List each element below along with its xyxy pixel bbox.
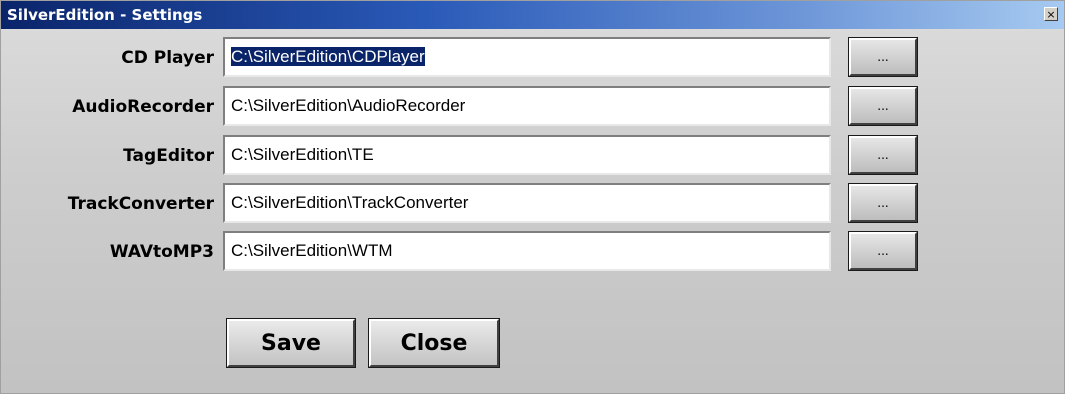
window-title: SilverEdition - Settings — [7, 6, 203, 24]
audiorecorder-browse-button[interactable]: ... — [848, 86, 918, 126]
wavtomp3-browse-button[interactable]: ... — [848, 231, 918, 271]
audiorecorder-label: AudioRecorder — [72, 97, 214, 117]
tageditor-path-value: C:\SilverEdition\TE — [231, 145, 374, 164]
settings-row-trackconverter: TrackConverter C:\SilverEdition\TrackCon… — [1, 183, 1064, 223]
trackconverter-path-value: C:\SilverEdition\TrackConverter — [231, 193, 469, 212]
cd-player-label: CD Player — [121, 48, 214, 68]
tageditor-label: TagEditor — [123, 146, 214, 166]
settings-row-audiorecorder: AudioRecorder C:\SilverEdition\AudioReco… — [1, 86, 1064, 126]
close-glyph: × — [1046, 7, 1056, 21]
browse-label: ... — [877, 99, 889, 113]
trackconverter-path-input[interactable]: C:\SilverEdition\TrackConverter — [223, 183, 831, 223]
settings-row-wavtomp3: WAVtoMP3 C:\SilverEdition\WTM ... — [1, 231, 1064, 271]
browse-label: ... — [877, 50, 889, 64]
cd-player-path-input[interactable]: C:\SilverEdition\CDPlayer — [223, 37, 831, 77]
settings-row-cd-player: CD Player C:\SilverEdition\CDPlayer ... — [1, 37, 1064, 77]
tageditor-path-input[interactable]: C:\SilverEdition\TE — [223, 135, 831, 175]
close-button[interactable]: Close — [368, 318, 500, 368]
wavtomp3-label: WAVtoMP3 — [109, 242, 214, 262]
close-button-label: Close — [400, 330, 468, 356]
tageditor-browse-button[interactable]: ... — [848, 135, 918, 175]
title-bar[interactable]: SilverEdition - Settings × — [1, 1, 1064, 29]
browse-label: ... — [877, 244, 889, 258]
close-icon[interactable]: × — [1044, 7, 1058, 21]
trackconverter-browse-button[interactable]: ... — [848, 183, 918, 223]
settings-window: SilverEdition - Settings × CD Player C:\… — [0, 0, 1065, 394]
settings-row-tageditor: TagEditor C:\SilverEdition\TE ... — [1, 135, 1064, 175]
browse-label: ... — [877, 148, 889, 162]
save-button-label: Save — [261, 330, 321, 356]
wavtomp3-path-input[interactable]: C:\SilverEdition\WTM — [223, 231, 831, 271]
cd-player-browse-button[interactable]: ... — [848, 37, 918, 77]
audiorecorder-path-input[interactable]: C:\SilverEdition\AudioRecorder — [223, 86, 831, 126]
save-button[interactable]: Save — [226, 318, 356, 368]
audiorecorder-path-value: C:\SilverEdition\AudioRecorder — [231, 96, 466, 115]
cd-player-path-value: C:\SilverEdition\CDPlayer — [231, 47, 425, 66]
browse-label: ... — [877, 196, 889, 210]
wavtomp3-path-value: C:\SilverEdition\WTM — [231, 241, 393, 260]
trackconverter-label: TrackConverter — [67, 194, 214, 214]
